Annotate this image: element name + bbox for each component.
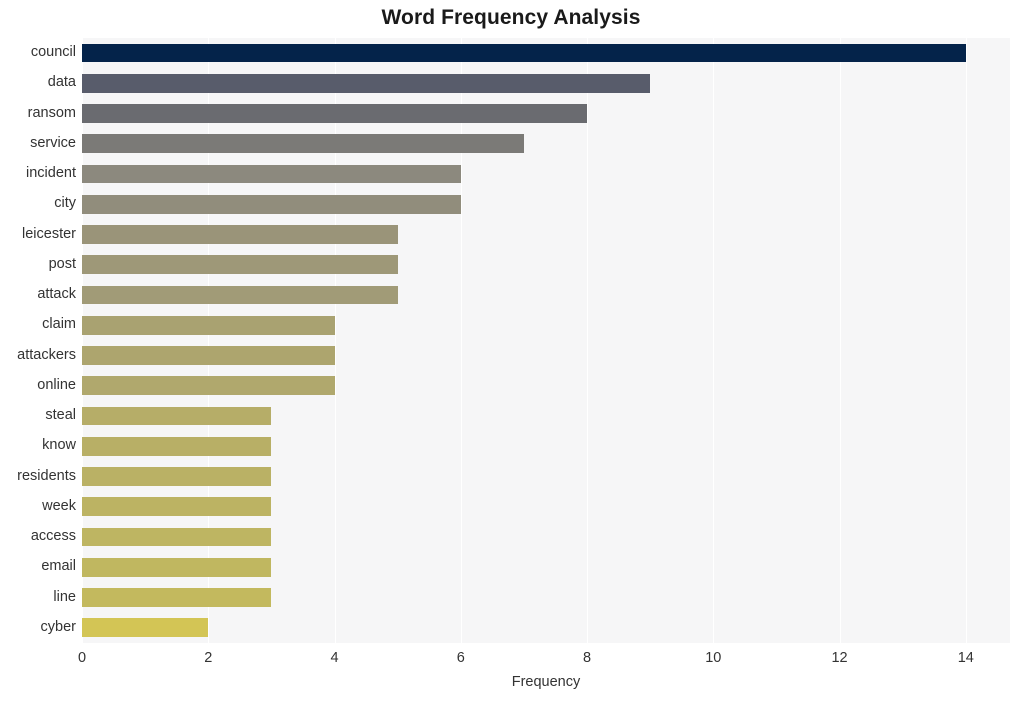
y-tick-label-incident: incident [26, 165, 76, 182]
bar-leicester [82, 225, 398, 244]
x-tick-label-4: 4 [330, 650, 339, 666]
y-tick-label-claim: claim [42, 316, 76, 333]
y-tick-label-cyber: cyber [40, 618, 76, 635]
bar-row [82, 164, 1010, 184]
bar-row [82, 618, 1010, 638]
bar-row [82, 194, 1010, 214]
y-tick-label-residents: residents [17, 467, 76, 484]
bar-city [82, 194, 461, 214]
bar-week [82, 497, 272, 517]
x-axis-title: Frequency [511, 674, 581, 690]
bar-access [82, 527, 272, 547]
y-tick-label-post: post [48, 255, 76, 272]
bar-row [82, 225, 1010, 244]
y-axis: council data ransom service incident city leic… [0, 38, 76, 643]
bar-row [82, 255, 1010, 275]
bar-row [82, 557, 1010, 577]
y-tick-label-ransom: ransom [27, 104, 76, 121]
bar-row [82, 376, 1010, 396]
bar-know [82, 436, 272, 456]
y-tick-label-steal: steal [45, 407, 76, 424]
y-tick-label-access: access [30, 528, 76, 545]
bar-row [82, 467, 1010, 486]
x-tick-label-6: 6 [456, 650, 465, 666]
bar-attack [82, 285, 398, 305]
y-tick-label-leicester: leicester [22, 225, 76, 242]
x-tick-label-0: 0 [77, 650, 87, 666]
bar-email [82, 557, 272, 577]
bar-row [82, 104, 1010, 123]
bar-row [82, 406, 1010, 426]
bar-row [82, 43, 1010, 63]
plot-area [82, 38, 1010, 643]
bar-ransom [82, 104, 588, 123]
bar-attackers [82, 346, 335, 365]
bar-row [82, 497, 1010, 517]
y-tick-label-know: know [42, 437, 76, 454]
x-tick-label-2: 2 [204, 650, 213, 666]
y-tick-label-data: data [47, 74, 76, 91]
chart-title: Word Frequency Analysis [381, 6, 641, 29]
y-tick-label-service: service [30, 134, 76, 151]
bar-residents [82, 467, 272, 486]
bar-data [82, 73, 651, 93]
bar-line [82, 588, 272, 607]
bar-council [82, 43, 966, 63]
bar-steal [82, 406, 272, 426]
y-tick-label-attackers: attackers [17, 346, 76, 363]
bar-row [82, 285, 1010, 305]
bar-row [82, 527, 1010, 547]
x-tick-label-14: 14 [957, 650, 974, 666]
y-tick-label-online: online [37, 376, 76, 393]
bar-row [82, 315, 1010, 335]
bar-row [82, 436, 1010, 456]
bar-post [82, 255, 398, 275]
y-tick-label-attack: attack [37, 286, 76, 303]
y-tick-label-email: email [41, 558, 76, 575]
bar-cyber [82, 618, 209, 638]
bar-online [82, 376, 335, 396]
y-tick-label-city: city [54, 195, 76, 212]
x-tick-label-8: 8 [582, 650, 592, 666]
bar-row [82, 346, 1010, 365]
bar-row [82, 134, 1010, 154]
y-tick-label-week: week [42, 497, 76, 514]
bar-row [82, 588, 1010, 607]
bar-incident [82, 164, 461, 184]
word-frequency-chart: Word Frequency Analysis council data ranso… [0, 0, 1022, 701]
y-tick-label-line: line [53, 588, 76, 605]
bar-service [82, 134, 524, 154]
x-axis: 0 2 4 6 8 10 12 14 [0, 650, 1022, 672]
x-tick-label-10: 10 [705, 650, 722, 666]
y-tick-label-council: council [30, 44, 76, 61]
bar-series [82, 38, 1010, 643]
bar-claim [82, 315, 335, 335]
bar-row [82, 73, 1010, 93]
x-tick-label-12: 12 [831, 650, 848, 666]
